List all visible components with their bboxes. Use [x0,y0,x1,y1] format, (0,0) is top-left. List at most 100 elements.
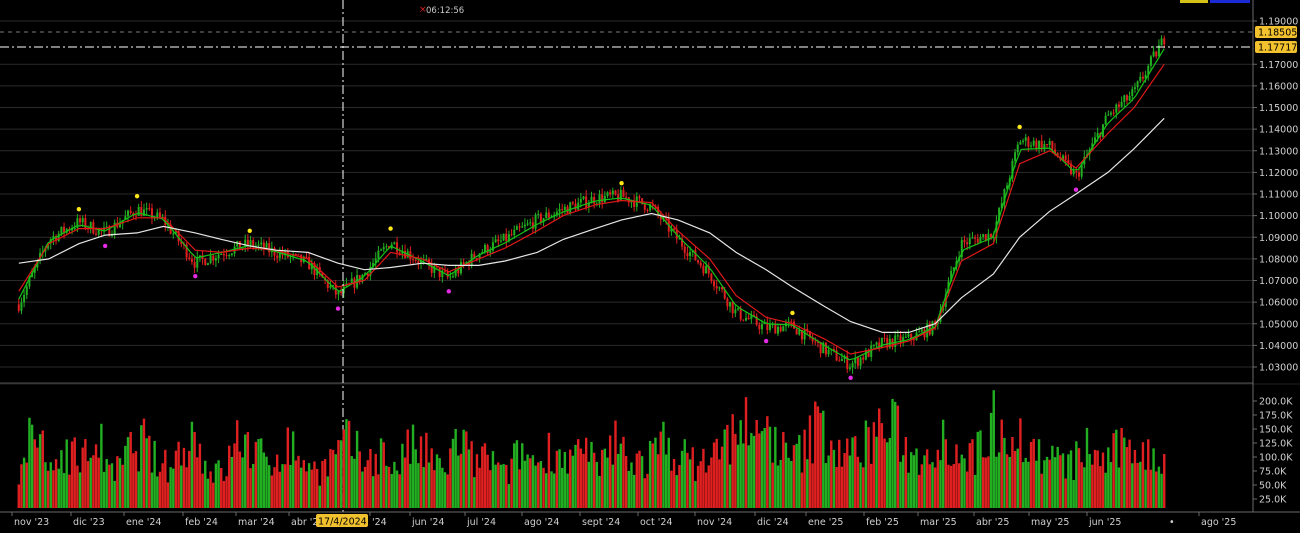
volume-bar [54,459,58,508]
candle-body [851,363,854,368]
volume-bar [217,460,220,508]
volume-bar [867,427,870,508]
volume-bar [803,429,806,508]
candle-body [1016,144,1019,153]
volume-bar [989,412,993,508]
volume-bar [158,471,162,508]
candle-body [196,257,199,268]
candle-body [17,304,20,311]
candle-body [1030,145,1033,147]
candle-body [129,210,132,214]
volume-bar [776,465,780,508]
candle-body [561,209,564,211]
candle-body [862,357,865,360]
time-tick-label: ago '25 [1201,517,1236,528]
volume-bar [995,456,998,508]
candle-body [571,202,574,204]
candle-body [1109,112,1112,115]
swing-low-marker [102,243,108,249]
volume-bar [1011,436,1014,508]
volume-bar [81,447,84,508]
volume-bar [888,437,892,508]
volume-bar [78,472,82,508]
candle-body [246,239,249,246]
volume-bar [696,465,700,508]
volume-bar [278,471,282,508]
volume-bar [337,440,340,508]
candle-body [1104,115,1107,125]
candle-body [622,189,625,198]
volume-bar [206,478,210,508]
volume-bar [965,471,969,508]
candle-body [918,331,921,333]
candle-body [214,258,217,261]
candle-body [611,190,614,195]
volume-bar [907,472,910,508]
volume-bar [768,426,772,508]
candle-body [1078,172,1081,177]
volume-bar [294,460,298,508]
volume-tick-label: 125.0K [1259,439,1293,450]
volume-bar [1139,461,1142,508]
volume-bar [97,457,100,508]
volume-bar [635,453,638,508]
volume-bar [244,434,247,508]
volume-bar [489,470,492,508]
volume-tick-label: 25.0K [1259,495,1287,506]
volume-bar [872,422,876,508]
candle-body [393,242,396,245]
volume-bar [664,454,668,508]
volume-bar [449,448,452,508]
volume-bar [166,482,170,508]
volume-bar [1075,441,1078,508]
volume-bar [305,471,308,508]
volume-bar [457,455,460,508]
candle-body [768,324,771,331]
volume-bar [883,438,886,508]
volume-bar [824,463,828,508]
volume-bar [939,460,942,508]
volume-bar [896,405,900,508]
volume-bar [1112,433,1115,508]
candle-body [145,208,148,210]
candle-body [774,324,777,334]
candle-body [510,234,513,236]
volume-bar [1147,439,1150,508]
volume-bar [984,457,987,508]
volume-bar [358,451,361,508]
volume-bar [62,473,66,508]
volume-bar [771,462,774,508]
candle-body [204,258,207,266]
volume-bar [691,447,694,508]
price-tick-label: 1.15000 [1259,103,1298,114]
volume-bar [646,473,649,508]
volume-bar [451,438,455,508]
candle-body [382,247,385,250]
volume-bar [137,471,140,508]
volume-bar [909,452,913,508]
volume-bar [425,432,428,508]
volume-tick-label: 75.0K [1259,467,1287,478]
candle-body [25,286,28,295]
volume-bar [505,464,508,508]
volume-bar [782,432,785,508]
candle-body [699,262,702,266]
candle-body [521,226,524,228]
volume-bar [606,457,609,508]
volume-bar [20,464,23,508]
candle-body [1128,96,1131,101]
candle-body [694,250,697,261]
volume-bar [846,438,849,508]
crosshair-price-value: 1.17717 [1258,43,1297,54]
swing-high-marker [1017,124,1022,130]
candle-body [449,276,452,278]
volume-bar [438,458,441,508]
candle-body [574,203,577,210]
volume-bar [545,473,548,508]
volume-bar [683,439,686,508]
volume-bar [321,460,324,508]
candle-body [499,240,502,242]
volume-bar [582,453,585,508]
volume-bar [1109,462,1113,508]
volume-bar [734,433,737,508]
